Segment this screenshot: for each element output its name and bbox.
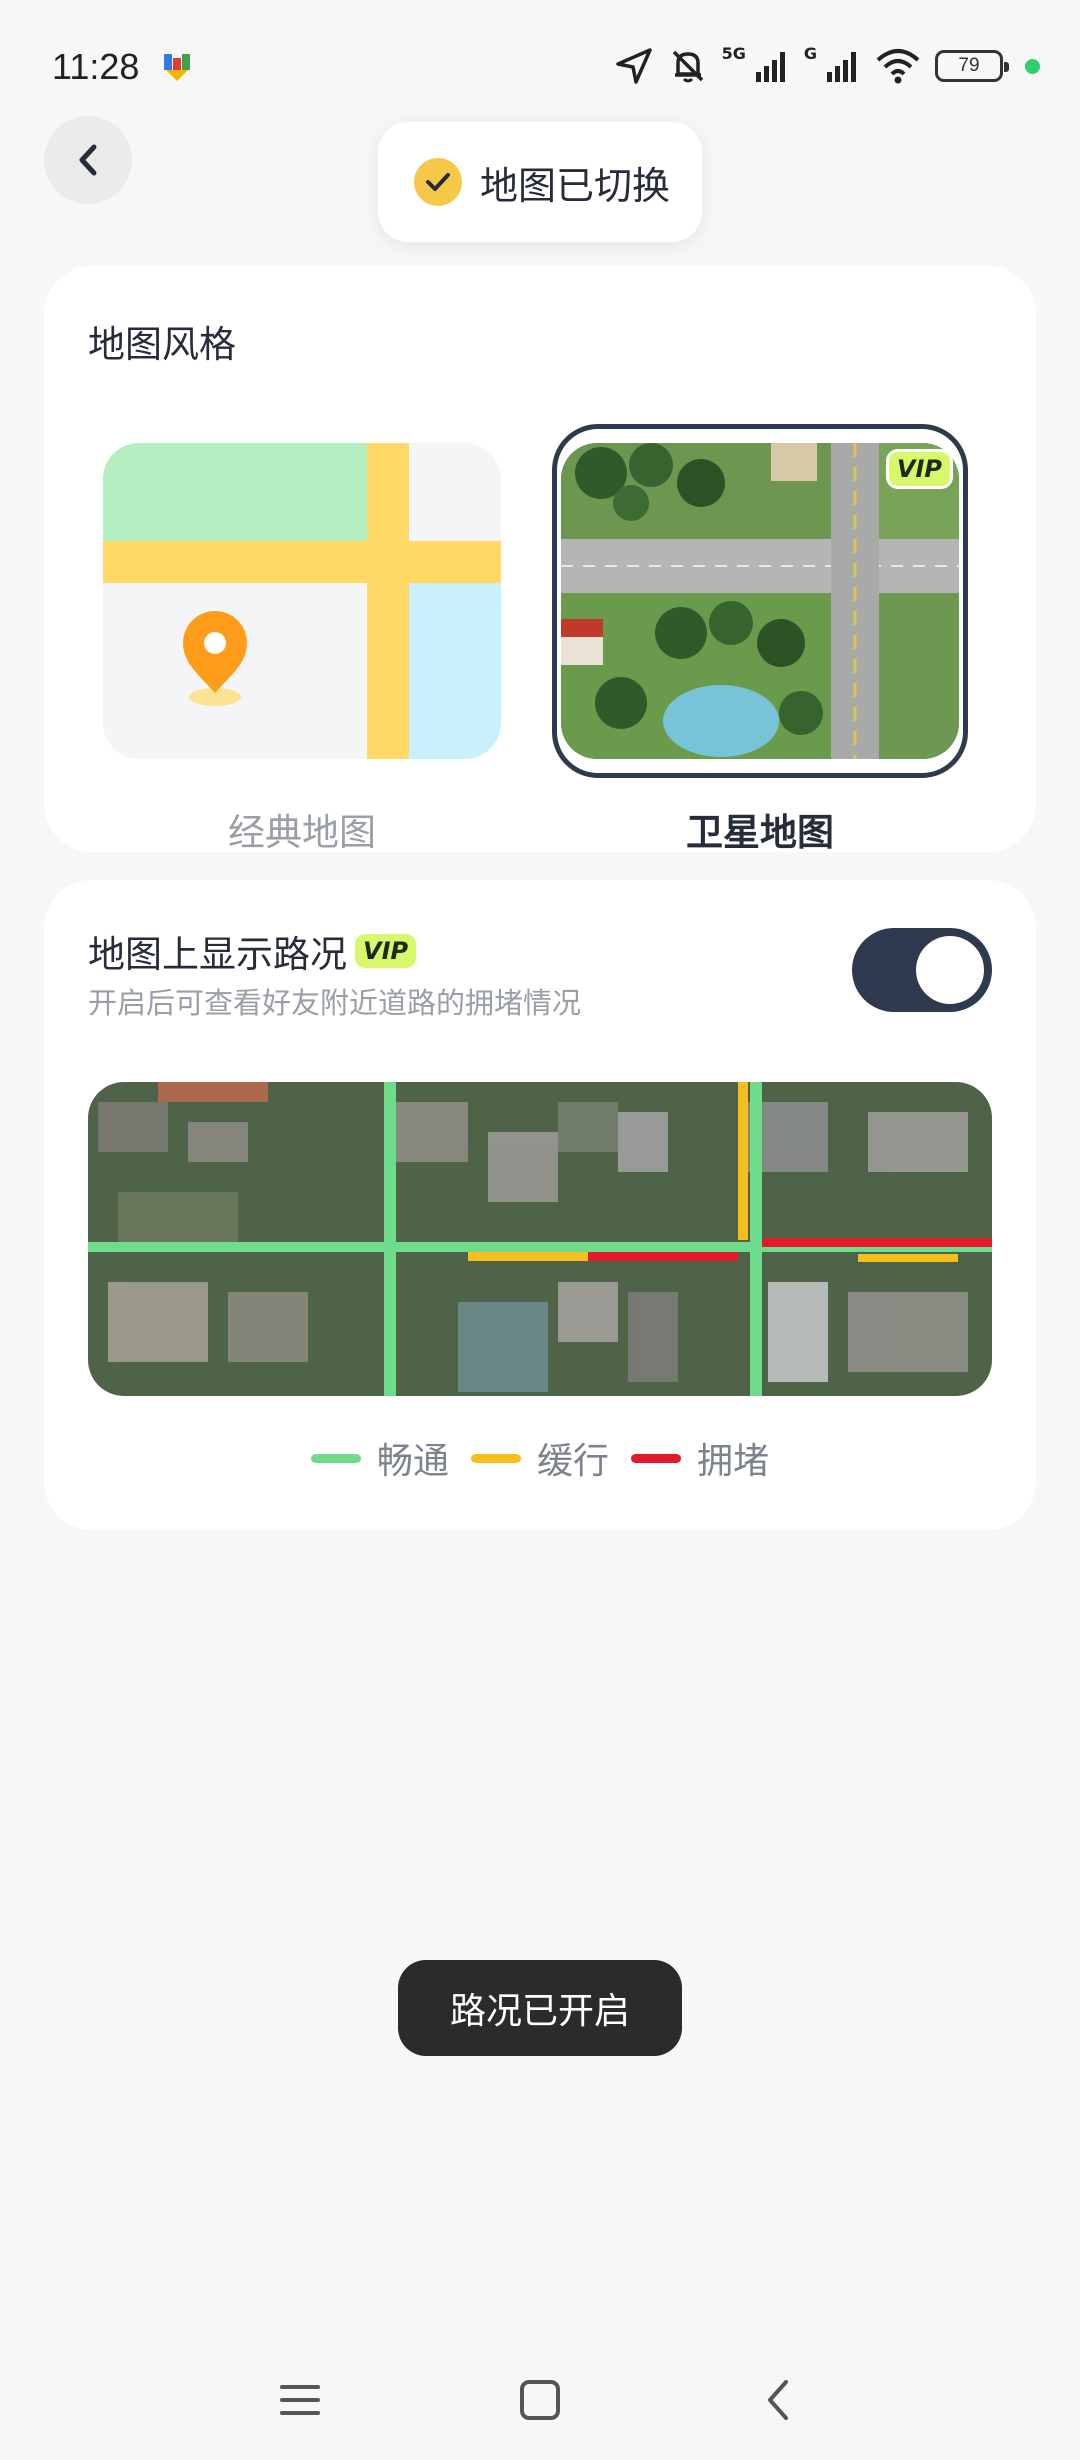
back-button[interactable] xyxy=(44,116,132,204)
nav-home-button[interactable] xyxy=(510,2370,570,2430)
mute-bell-icon xyxy=(672,50,703,83)
map-style-card: 地图风格 经典地图 VIP 卫星地图 xyxy=(44,266,1036,854)
traffic-title-row: 地图上显示路况 VIP xyxy=(88,924,417,978)
app-notification-icon xyxy=(164,54,190,81)
legend-label-congested: 拥堵 xyxy=(697,1441,770,1482)
map-style-option-classic[interactable]: 经典地图 xyxy=(94,424,510,854)
legend-label-clear: 畅通 xyxy=(376,1441,449,1482)
satellite-map-thumbnail: VIP xyxy=(561,443,959,759)
map-style-option-satellite[interactable]: VIP 卫星地图 xyxy=(552,424,968,854)
status-bar: 11:28 5G G 79 xyxy=(0,0,1080,140)
check-circle-icon xyxy=(414,158,462,206)
map-switched-toast: 地图已切换 xyxy=(378,122,702,242)
status-icons: 5G G 79 xyxy=(614,44,1040,88)
system-nav-bar xyxy=(0,2340,1080,2460)
map-style-title: 地图风格 xyxy=(88,323,236,366)
traffic-vip-badge: VIP xyxy=(355,934,417,968)
nav-menu-button[interactable] xyxy=(270,2370,330,2430)
location-arrow-icon xyxy=(615,48,652,84)
toast-text: 地图已切换 xyxy=(480,163,671,208)
legend-item-clear: 畅通 xyxy=(310,1432,449,1484)
satellite-map-label: 卫星地图 xyxy=(686,811,834,854)
toast-bottom-text: 路况已开启 xyxy=(449,1991,630,2032)
back-chevron-icon xyxy=(768,2380,788,2420)
legend-swatch-slow xyxy=(470,1453,521,1463)
classic-map-thumbnail xyxy=(103,443,501,759)
privacy-dot-icon xyxy=(1025,58,1040,74)
legend-item-congested: 拥堵 xyxy=(631,1432,769,1484)
traffic-title: 地图上显示路况 xyxy=(88,933,347,976)
signal-g-icon xyxy=(827,52,856,82)
network-label-g: G xyxy=(803,44,817,63)
battery-level: 79 xyxy=(958,55,980,76)
nav-back-button[interactable] xyxy=(748,2370,808,2430)
legend-swatch-congested xyxy=(631,1453,681,1463)
traffic-legend: 畅通 缓行 拥堵 xyxy=(44,1432,1036,1484)
traffic-enabled-toast: 路况已开启 xyxy=(398,1960,682,2056)
classic-thumb-frame xyxy=(94,424,510,778)
menu-icon xyxy=(280,2385,320,2415)
legend-swatch-clear xyxy=(310,1453,361,1463)
traffic-card: 地图上显示路况 VIP 开启后可查看好友附近道路的拥堵情况 畅通 缓行 拥堵 xyxy=(44,880,1036,1530)
status-time: 11:28 xyxy=(52,46,140,87)
traffic-preview-map xyxy=(88,1082,992,1396)
legend-item-slow: 缓行 xyxy=(470,1432,609,1484)
battery-icon: 79 xyxy=(935,50,1009,82)
legend-label-slow: 缓行 xyxy=(536,1441,609,1482)
classic-map-label: 经典地图 xyxy=(228,811,376,854)
chevron-left-icon xyxy=(79,144,97,176)
satellite-thumb-frame-selected: VIP xyxy=(552,424,968,778)
traffic-toggle[interactable] xyxy=(852,928,992,1012)
signal-5g-icon xyxy=(755,52,785,82)
network-label-5g: 5G xyxy=(721,44,746,63)
toggle-knob xyxy=(916,936,984,1004)
satellite-vip-badge: VIP xyxy=(885,449,953,489)
wifi-icon xyxy=(876,49,920,84)
traffic-subtitle: 开启后可查看好友附近道路的拥堵情况 xyxy=(88,986,582,1020)
home-square-icon xyxy=(520,2380,560,2420)
